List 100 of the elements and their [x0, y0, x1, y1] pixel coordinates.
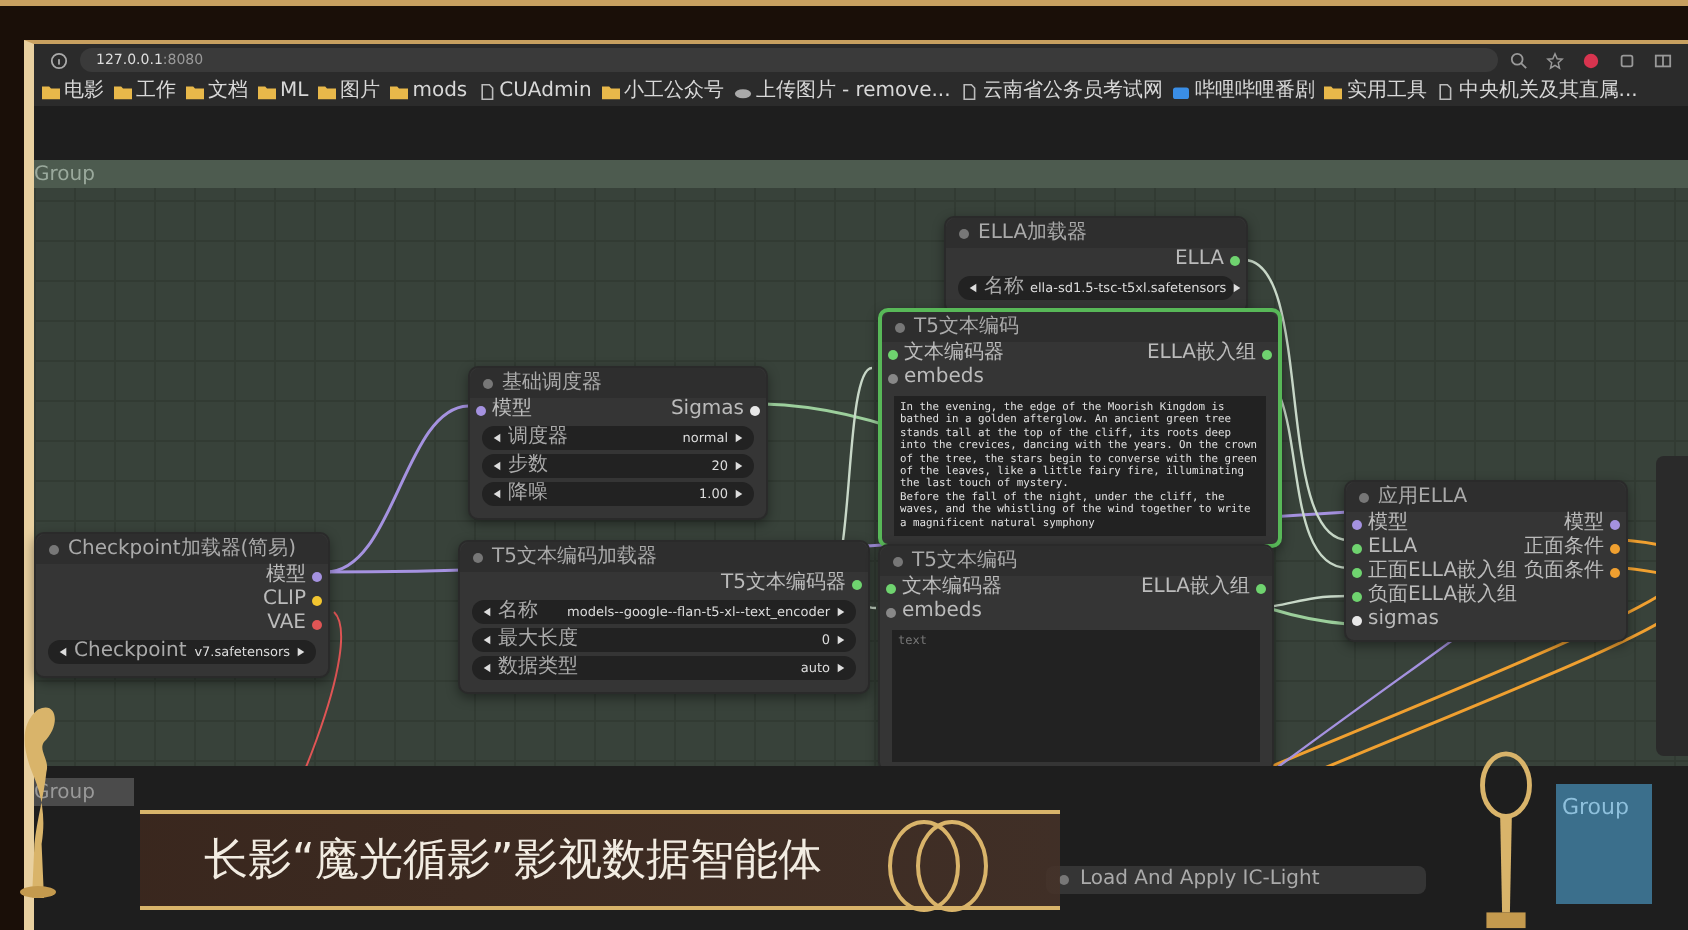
bookmark-item[interactable]: CUAdmin	[477, 79, 592, 103]
socket-label: Sigmas	[670, 398, 744, 422]
socket-label: 负面ELLA嵌入组	[1368, 584, 1518, 608]
node-title: Checkpoint加载器(简易)	[68, 537, 297, 561]
page-icon	[960, 83, 979, 99]
left-arrow-icon[interactable]	[58, 646, 68, 658]
right-arrow-icon[interactable]	[734, 432, 744, 444]
input-socket-icon[interactable]	[1352, 543, 1362, 553]
right-arrow-icon[interactable]	[836, 606, 846, 618]
folder-icon	[186, 83, 204, 99]
bookmark-item[interactable]: 云南省公务员考试网	[960, 79, 1163, 103]
socket-label: ELLA	[1368, 536, 1418, 560]
caption-text: 长影“魔光循影”影视数据智能体	[204, 834, 822, 890]
star-icon[interactable]	[1546, 51, 1564, 69]
socket-label: ELLA嵌入组	[1146, 342, 1256, 366]
collapse-dot-icon[interactable]	[958, 227, 970, 239]
input-socket-icon[interactable]	[1352, 519, 1362, 529]
socket-label: 模型	[266, 564, 306, 588]
input-socket-icon[interactable]	[886, 607, 896, 617]
input-socket-icon[interactable]	[886, 583, 896, 593]
collapse-dot-icon[interactable]	[472, 551, 484, 563]
bookmark-item[interactable]: 上传图片 - remove...	[733, 79, 951, 103]
bookmark-item[interactable]: mods	[390, 79, 468, 103]
page-icon	[477, 83, 496, 99]
output-socket-icon[interactable]	[1610, 567, 1620, 577]
node-title: ELLA加载器	[978, 221, 1088, 245]
left-arrow-icon[interactable]	[492, 488, 502, 500]
folder-icon	[114, 83, 132, 99]
left-arrow-icon[interactable]	[482, 606, 492, 618]
collapse-dot-icon[interactable]	[892, 555, 904, 567]
group-header: Group	[1556, 784, 1652, 904]
output-socket-icon[interactable]	[1610, 519, 1620, 529]
left-arrow-icon[interactable]	[492, 432, 502, 444]
output-socket-icon[interactable]	[312, 595, 322, 605]
info-icon[interactable]	[50, 51, 68, 69]
node-title: 应用ELLA	[1378, 485, 1468, 509]
collapse-dot-icon[interactable]	[1358, 491, 1370, 503]
output-socket-icon[interactable]	[750, 405, 760, 415]
socket-label: 模型	[1368, 512, 1408, 536]
bookmark-item[interactable]: ML	[258, 79, 309, 103]
socket-label: 文本编码器	[904, 342, 1004, 366]
collapse-dot-icon[interactable]	[894, 321, 906, 333]
node-title: 基础调度器	[502, 371, 602, 395]
folder-icon	[601, 83, 620, 99]
socket-label: CLIP	[262, 588, 306, 612]
folder-icon	[1324, 83, 1343, 99]
collapse-dot-icon[interactable]	[1058, 874, 1070, 886]
extensions-icon[interactable]	[1618, 51, 1636, 69]
right-arrow-icon[interactable]	[734, 460, 744, 472]
bookmark-item[interactable]: 文档	[186, 79, 248, 103]
left-arrow-icon[interactable]	[968, 282, 978, 294]
folder-icon	[42, 83, 60, 99]
zoom-icon[interactable]	[1510, 51, 1528, 69]
input-socket-icon[interactable]	[888, 373, 898, 383]
socket-label: 负面条件	[1524, 560, 1604, 584]
left-arrow-icon[interactable]	[482, 634, 492, 646]
collapse-dot-icon[interactable]	[482, 377, 494, 389]
bookmark-item[interactable]: 哔哩哔哩番剧	[1172, 79, 1315, 103]
socket-label: T5文本编码器	[721, 572, 846, 596]
bookmark-item[interactable]: 中央机关及其直属...	[1436, 79, 1638, 103]
socket-label: VAE	[267, 612, 306, 636]
node-card[interactable]: 应用ELLA 模型 模型 ELLA 正面条件 正面ELLA嵌入组 负面条件 负面ELLA嵌入组 sigmas	[1344, 480, 1628, 642]
socket-label: embeds	[902, 600, 982, 624]
output-socket-icon[interactable]	[852, 579, 862, 589]
bookmark-item[interactable]: 工作	[114, 79, 176, 103]
folder-icon	[390, 83, 409, 99]
bookmark-item[interactable]: 小工公众号	[601, 79, 724, 103]
output-socket-icon[interactable]	[1610, 543, 1620, 553]
socket-label: 文本编码器	[902, 576, 1002, 600]
input-socket-icon[interactable]	[476, 405, 486, 415]
input-socket-icon[interactable]	[1352, 567, 1362, 577]
node-title: T5文本编码加载器	[492, 545, 657, 569]
socket-label: ELLA	[1174, 248, 1224, 272]
output-socket-icon[interactable]	[1230, 255, 1240, 265]
profile-icon[interactable]	[1582, 51, 1600, 69]
bookmark-item[interactable]: 实用工具	[1324, 79, 1427, 103]
socket-label: embeds	[904, 366, 984, 390]
bookmark-item[interactable]: 图片	[318, 79, 381, 103]
node-card[interactable]	[878, 308, 1282, 549]
left-arrow-icon[interactable]	[492, 460, 502, 472]
output-socket-icon[interactable]	[312, 571, 322, 581]
socket-label: 模型	[492, 398, 532, 422]
bookmark-item[interactable]: 电影	[42, 79, 104, 103]
collapse-dot-icon[interactable]	[48, 543, 60, 555]
output-socket-icon[interactable]	[1262, 349, 1272, 359]
right-arrow-icon[interactable]	[836, 662, 846, 674]
input-socket-icon[interactable]	[1352, 591, 1362, 601]
input-socket-icon[interactable]	[1352, 615, 1362, 625]
socket-label: sigmas	[1368, 608, 1439, 632]
split-screen-icon[interactable]	[1654, 51, 1672, 69]
output-socket-icon[interactable]	[1256, 583, 1266, 593]
right-arrow-icon[interactable]	[836, 634, 846, 646]
right-arrow-icon[interactable]	[1232, 282, 1243, 294]
right-arrow-icon[interactable]	[734, 488, 744, 500]
left-arrow-icon[interactable]	[482, 662, 492, 674]
socket-label: 模型	[1564, 512, 1604, 536]
group-header: Group	[34, 160, 1688, 188]
input-socket-icon[interactable]	[888, 349, 898, 359]
right-arrow-icon[interactable]	[296, 646, 306, 658]
socket-label: ELLA嵌入组	[1140, 576, 1250, 600]
